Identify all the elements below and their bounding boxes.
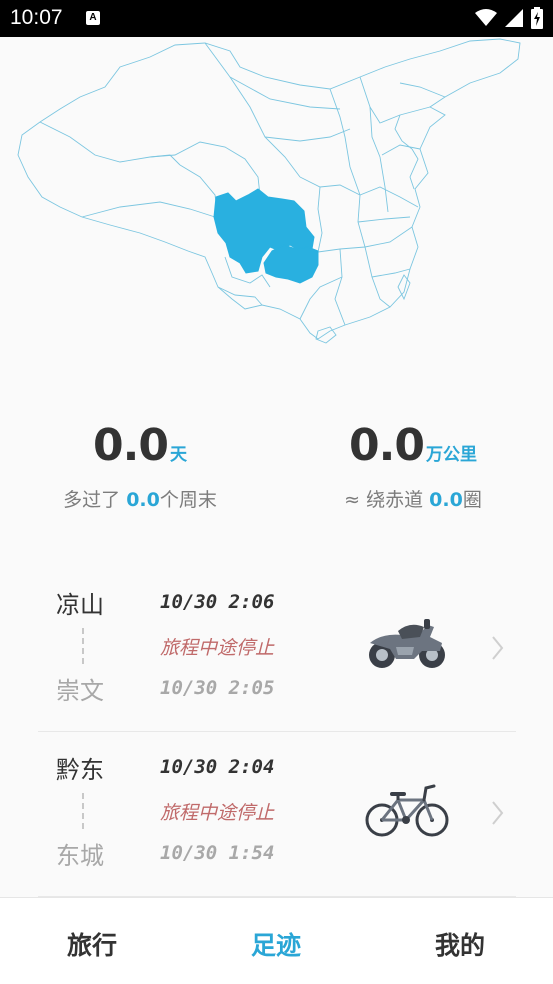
equator-text: ≈ 绕赤道 0.0圈 <box>313 485 513 512</box>
map-boundary <box>359 76 381 158</box>
days-unit: 天 <box>169 445 187 465</box>
tab-travel[interactable]: 旅行 <box>0 898 184 984</box>
map-boundary <box>399 82 446 98</box>
map-boundary <box>379 156 389 213</box>
trip-from-city: 黔东 <box>56 756 104 784</box>
distance-stat: 0.0 万公里 ≈ 绕赤道 0.0圈 <box>313 420 513 512</box>
trip-item[interactable]: 黔东 东城 10/30 2:04 旅程中途停止 10/30 1:54 <box>38 732 516 897</box>
tab-mine[interactable]: 我的 <box>368 898 552 984</box>
map-boundary <box>364 246 391 308</box>
bicycle-icon <box>365 784 449 837</box>
trip-start-time: 10/30 2:06 <box>160 591 275 613</box>
weekend-suffix: 个周末 <box>159 489 217 511</box>
route-dashed-line <box>82 793 84 829</box>
map-boundary <box>394 114 413 150</box>
map-region-guizhou <box>263 244 319 284</box>
weekend-prefix: 多过了 <box>63 489 121 511</box>
trip-item[interactable]: 凉山 崇文 10/30 2:06 旅程中途停止 10/30 2:05 <box>38 567 516 732</box>
wifi-icon <box>475 9 497 26</box>
trip-to-city: 东城 <box>56 842 104 870</box>
tab-footprint[interactable]: 足迹 <box>184 898 368 984</box>
map-boundary <box>204 42 301 178</box>
map-boundary <box>349 166 366 248</box>
chevron-right-icon <box>492 801 504 825</box>
trip-status: 旅程中途停止 <box>160 637 275 659</box>
days-stat: 0.0 天 多过了 0.0个周末 <box>40 420 240 512</box>
map-boundary <box>357 216 411 223</box>
trip-to-city: 崇文 <box>56 677 104 705</box>
equator-suffix: 圈 <box>462 489 482 511</box>
distance-value: 0.0 <box>349 420 425 471</box>
trip-end-time: 10/30 1:54 <box>160 842 275 864</box>
map-outline <box>17 38 521 340</box>
weekend-value: 0.0 <box>126 489 160 511</box>
map-boundary <box>81 201 216 218</box>
trip-end-time: 10/30 2:05 <box>160 677 275 699</box>
map-boundary <box>39 121 181 166</box>
signal-icon <box>505 9 523 27</box>
trip-from-city: 凉山 <box>56 591 104 619</box>
bottom-tab-bar: 旅行 足迹 我的 <box>0 897 553 984</box>
trip-start-time: 10/30 2:04 <box>160 756 275 778</box>
stats-panel: 0.0 天 多过了 0.0个周末 0.0 万公里 ≈ 绕赤道 0.0圈 <box>0 420 553 530</box>
map-boundary <box>149 141 261 196</box>
map-boundary <box>264 128 351 142</box>
map-boundary <box>334 248 346 326</box>
map-island <box>397 274 411 301</box>
map-boundary <box>317 186 323 253</box>
map-boundary <box>409 148 419 190</box>
map-boundary <box>329 88 351 168</box>
status-bar: 10:07 A <box>0 0 553 37</box>
weekend-text: 多过了 0.0个周末 <box>40 485 240 512</box>
status-time: 10:07 <box>10 6 63 29</box>
days-value: 0.0 <box>93 420 169 471</box>
chevron-right-icon <box>492 636 504 660</box>
equator-value: 0.0 <box>429 489 463 511</box>
footprint-map <box>17 38 521 344</box>
motorcycle-icon <box>369 619 445 668</box>
map-boundary <box>217 286 263 306</box>
trip-status: 旅程中途停止 <box>160 802 275 824</box>
distance-unit: 万公里 <box>425 445 477 465</box>
equator-prefix: ≈ 绕赤道 <box>344 489 424 511</box>
battery-icon <box>531 7 543 29</box>
notification-icon: A <box>86 11 100 25</box>
map-boundary <box>179 164 219 216</box>
route-dashed-line <box>82 628 84 664</box>
